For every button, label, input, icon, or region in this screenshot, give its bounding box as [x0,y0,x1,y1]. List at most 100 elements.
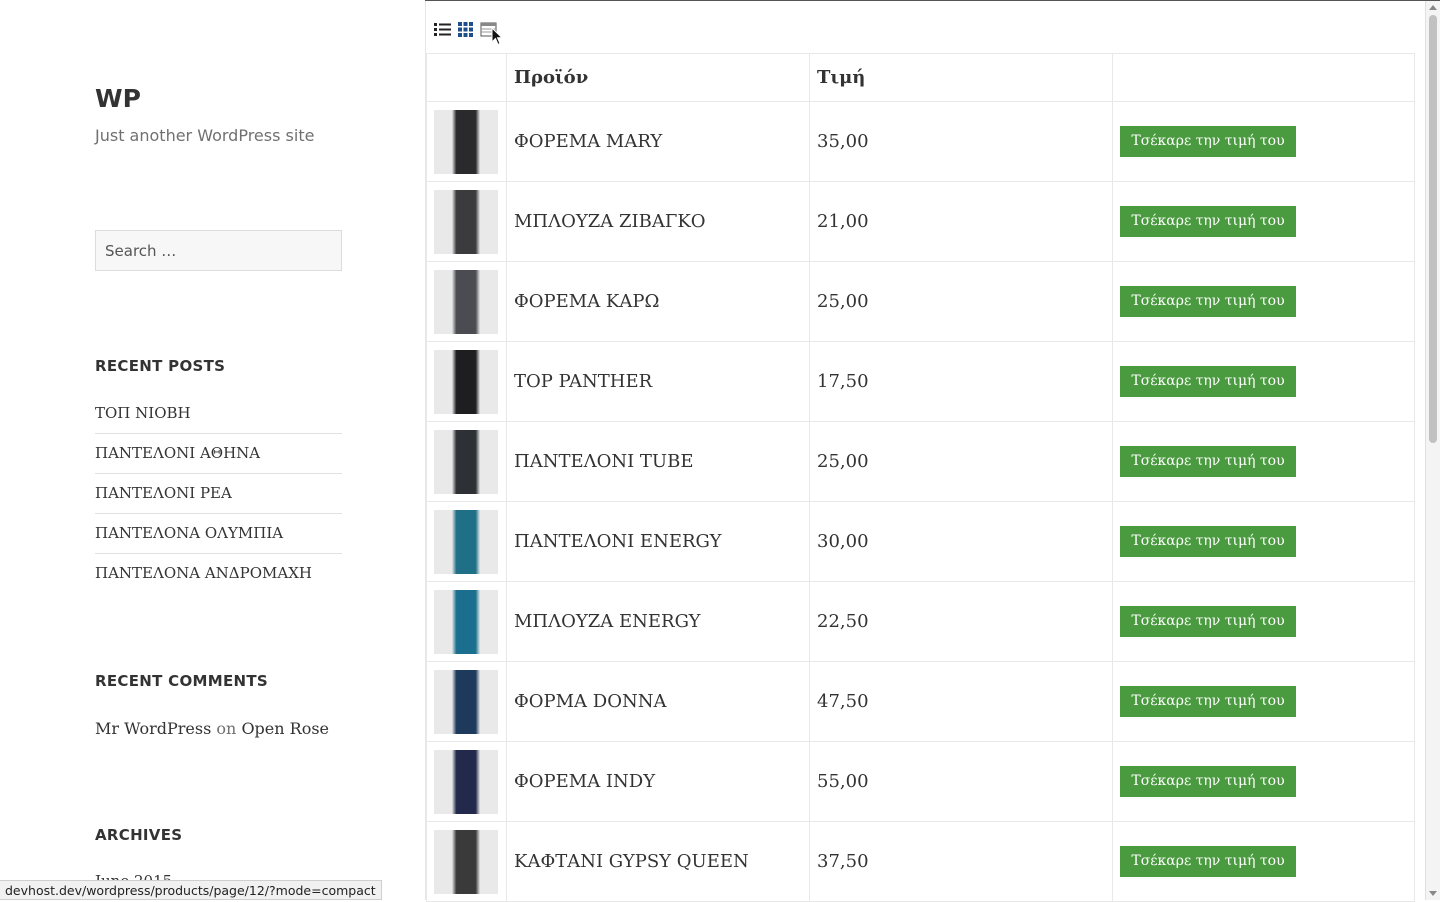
table-row: ΚΑΦΤΑΝΙ GYPSY QUEEN 37,50 Τσέκαρε την τιμή… [426,821,1415,902]
header-price: Τιμή [809,53,1113,102]
product-name[interactable]: ΦΟΡΕΜΑ MARY [506,101,810,182]
thumb-cell [426,581,507,662]
table-row: ΜΠΛΟΥΖΑ ΖΙΒΑΓΚΟ 21,00 Τσέκαρε την τιμή του [426,181,1415,262]
thumb-cell [426,501,507,582]
thumb-cell [426,341,507,422]
recent-post-link[interactable]: ΤΟΠ ΝΙΟΒΗ [95,394,342,434]
archives-title: ARCHIVES [95,826,183,844]
recent-posts-list: ΤΟΠ ΝΙΟΒΗ ΠΑΝΤΕΛΟΝΙ ΑΘΗΝΑ ΠΑΝΤΕΛΟΝΙ ΡΕΑ ΠΑΝ… [95,394,342,593]
product-price: 21,00 [809,181,1113,262]
scrollbar-thumb[interactable] [1429,15,1437,443]
product-name[interactable]: TOP PANTHER [506,341,810,422]
recent-post-link[interactable]: ΠΑΝΤΕΛΟΝΙ ΡΕΑ [95,474,342,514]
thumb-cell [426,261,507,342]
search-input[interactable] [96,231,326,270]
table-row: ΦΟΡΕΜΑ INDY 55,00 Τσέκαρε την τιμή του [426,741,1415,822]
product-name[interactable]: ΠΑΝΤΕΛΟΝΙ ENERGY [506,501,810,582]
product-name[interactable]: ΠΑΝΤΕΛΟΝΙ TUBE [506,421,810,502]
product-name[interactable]: ΜΠΛΟΥΖΑ ENERGY [506,581,810,662]
product-name[interactable]: ΦΟΡΕΜΑ INDY [506,741,810,822]
product-thumbnail[interactable] [434,189,498,254]
scroll-down-arrow-icon[interactable] [1429,891,1437,896]
header-product: Προϊόν [506,53,810,102]
table-row: ΦΟΡΕΜΑ MARY 35,00 Τσέκαρε την τιμή του [426,101,1415,182]
product-thumbnail[interactable] [434,509,498,574]
action-cell: Τσέκαρε την τιμή του [1112,261,1415,342]
products-table-body: ΦΟΡΕΜΑ MARY 35,00 Τσέκαρε την τιμή του ΜΠΛΟ… [426,101,1415,902]
action-cell: Τσέκαρε την τιμή του [1112,661,1415,742]
table-row: ΠΑΝΤΕΛΟΝΙ ENERGY 30,00 Τσέκαρε την τιμή το… [426,501,1415,582]
check-price-button[interactable]: Τσέκαρε την τιμή του [1120,206,1296,237]
product-price: 30,00 [809,501,1113,582]
product-name[interactable]: ΜΠΛΟΥΖΑ ΖΙΒΑΓΚΟ [506,181,810,262]
comment-on-text: on [216,719,237,738]
product-price: 35,00 [809,101,1113,182]
table-row: ΜΠΛΟΥΖΑ ENERGY 22,50 Τσέκαρε την τιμή του [426,581,1415,662]
mouse-cursor-icon [491,27,503,46]
product-price: 25,00 [809,261,1113,342]
scroll-up-arrow-icon[interactable] [1429,5,1437,10]
product-name[interactable]: ΦΟΡΜΑ DONNA [506,661,810,742]
action-cell: Τσέκαρε την τιμή του [1112,741,1415,822]
check-price-button[interactable]: Τσέκαρε την τιμή του [1120,446,1296,477]
product-thumbnail[interactable] [434,109,498,174]
product-price: 55,00 [809,741,1113,822]
check-price-button[interactable]: Τσέκαρε την τιμή του [1120,526,1296,557]
table-header-row: Προϊόν Τιμή [426,53,1415,102]
products-table: Προϊόν Τιμή ΦΟΡΕΜΑ MARY 35,00 Τσέκαρε την … [426,53,1415,902]
product-price: 17,50 [809,341,1113,422]
grid-view-icon[interactable] [457,21,474,38]
product-price: 25,00 [809,421,1113,502]
product-thumbnail[interactable] [434,749,498,814]
site-title[interactable]: WP [95,84,141,113]
comment-author-link[interactable]: Mr WordPress [95,719,211,738]
check-price-button[interactable]: Τσέκαρε την τιμή του [1120,126,1296,157]
action-cell: Τσέκαρε την τιμή του [1112,581,1415,662]
product-thumbnail[interactable] [434,349,498,414]
check-price-button[interactable]: Τσέκαρε την τιμή του [1120,606,1296,637]
thumb-cell [426,741,507,822]
action-cell: Τσέκαρε την τιμή του [1112,821,1415,902]
product-thumbnail[interactable] [434,669,498,734]
check-price-button[interactable]: Τσέκαρε την τιμή του [1120,366,1296,397]
recent-post-link[interactable]: ΠΑΝΤΕΛΟΝΑ ΟΛΥΜΠΙΑ [95,514,342,554]
recent-post-link[interactable]: ΠΑΝΤΕΛΟΝΑ ΑΝΔΡΟΜΑΧΗ [95,554,342,593]
view-mode-switcher [434,21,497,38]
action-cell: Τσέκαρε την τιμή του [1112,101,1415,182]
check-price-button[interactable]: Τσέκαρε την τιμή του [1120,846,1296,877]
main-content: Προϊόν Τιμή ΦΟΡΕΜΑ MARY 35,00 Τσέκαρε την … [425,1,1416,902]
table-row: ΦΟΡΜΑ DONNA 47,50 Τσέκαρε την τιμή του [426,661,1415,742]
product-thumbnail[interactable] [434,589,498,654]
product-thumbnail[interactable] [434,269,498,334]
status-bar-url: devhost.dev/wordpress/products/page/12/?… [0,880,382,900]
table-row: ΠΑΝΤΕΛΟΝΙ TUBE 25,00 Τσέκαρε την τιμή του [426,421,1415,502]
thumb-cell [426,101,507,182]
product-price: 47,50 [809,661,1113,742]
site-description: Just another WordPress site [95,126,315,145]
action-cell: Τσέκαρε την τιμή του [1112,341,1415,422]
product-name[interactable]: ΦΟΡΕΜΑ ΚΑΡΩ [506,261,810,342]
thumb-cell [426,821,507,902]
header-thumb [426,53,507,102]
list-view-icon[interactable] [434,21,451,38]
sidebar: WP Just another WordPress site RECENT PO… [0,0,425,900]
check-price-button[interactable]: Τσέκαρε την τιμή του [1120,286,1296,317]
check-price-button[interactable]: Τσέκαρε την τιμή του [1120,686,1296,717]
search-box[interactable] [95,230,342,271]
product-thumbnail[interactable] [434,429,498,494]
check-price-button[interactable]: Τσέκαρε την τιμή του [1120,766,1296,797]
recent-post-link[interactable]: ΠΑΝΤΕΛΟΝΙ ΑΘΗΝΑ [95,434,342,474]
comment-post-link[interactable]: Open Rose [241,719,329,738]
header-action [1112,53,1415,102]
vertical-scrollbar[interactable] [1425,1,1440,900]
product-name[interactable]: ΚΑΦΤΑΝΙ GYPSY QUEEN [506,821,810,902]
recent-comment: Mr WordPress on Open Rose [95,719,329,738]
product-thumbnail[interactable] [434,829,498,894]
action-cell: Τσέκαρε την τιμή του [1112,181,1415,262]
action-cell: Τσέκαρε την τιμή του [1112,501,1415,582]
thumb-cell [426,661,507,742]
product-price: 37,50 [809,821,1113,902]
table-row: ΦΟΡΕΜΑ ΚΑΡΩ 25,00 Τσέκαρε την τιμή του [426,261,1415,342]
product-price: 22,50 [809,581,1113,662]
recent-posts-title: RECENT POSTS [95,357,226,375]
